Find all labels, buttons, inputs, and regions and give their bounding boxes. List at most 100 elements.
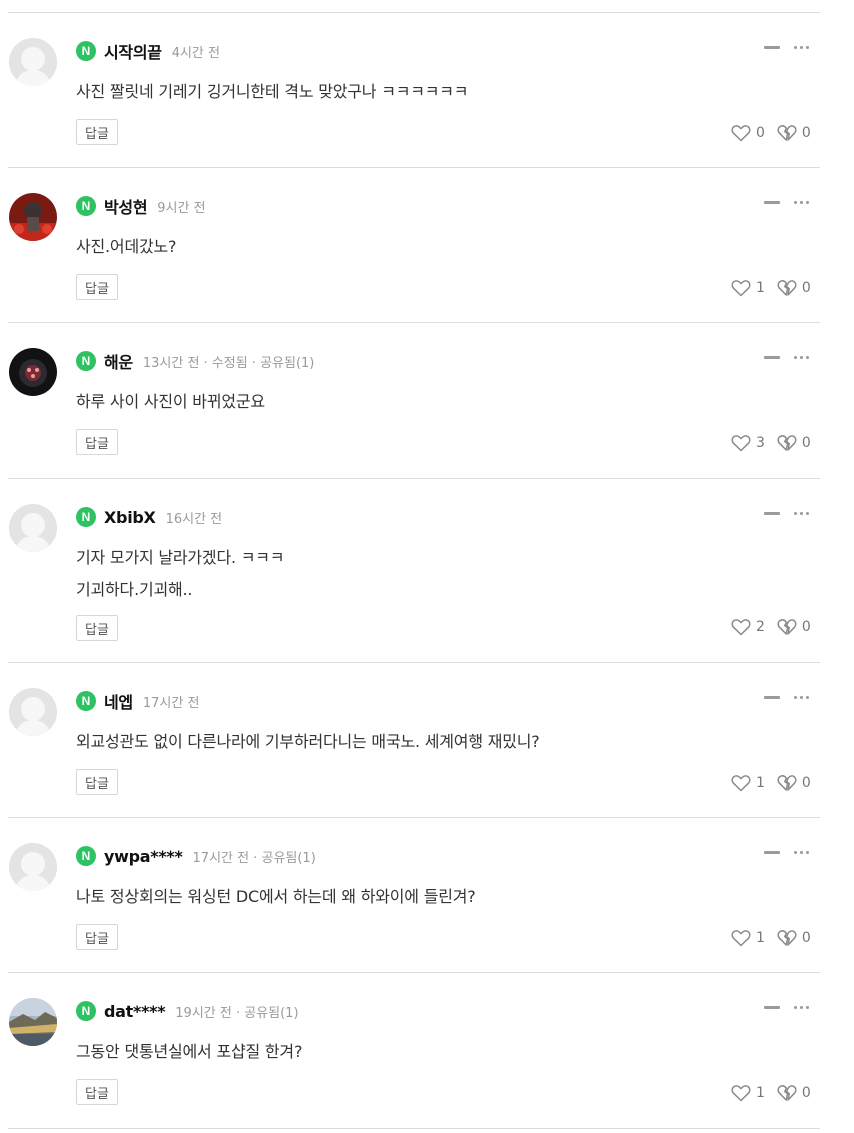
comment-meta: 17시간 전 <box>142 695 200 711</box>
comment-menu <box>764 696 809 699</box>
naver-badge-icon: N <box>76 196 96 216</box>
reply-button[interactable]: 답글 <box>76 119 118 145</box>
comment-meta: 9시간 전 <box>157 200 206 216</box>
avatar[interactable] <box>9 348 57 396</box>
vote-bar: 1 0 <box>731 774 811 792</box>
broken-heart-icon <box>777 930 797 946</box>
dislike-button[interactable]: 0 <box>777 774 811 792</box>
like-button[interactable]: 1 <box>731 929 765 947</box>
like-count: 1 <box>756 280 765 296</box>
naver-badge-icon: N <box>76 351 96 371</box>
comment-menu <box>764 356 809 359</box>
comment-header: N dat**** 19시간 전 · 공유됨(1) <box>76 1000 299 1022</box>
vote-bar: 0 0 <box>731 124 811 142</box>
divider <box>8 1128 820 1129</box>
dislike-count: 0 <box>801 930 811 946</box>
avatar[interactable] <box>9 843 57 891</box>
more-options-icon[interactable] <box>794 201 809 204</box>
heart-icon <box>731 775 751 792</box>
collapse-icon[interactable] <box>764 201 780 204</box>
dislike-count: 0 <box>801 435 811 451</box>
comment-item: N 시작의끝 4시간 전 사진 짤릿네 기레기 깅거니한테 격노 맞았구나 ㅋㅋ… <box>0 12 854 167</box>
heart-icon <box>731 280 751 297</box>
avatar[interactable] <box>9 998 57 1046</box>
dislike-count: 0 <box>801 280 811 296</box>
comment-meta: 13시간 전 · 수정됨 · 공유됨(1) <box>142 355 315 371</box>
author-name[interactable]: dat**** <box>104 1002 166 1021</box>
like-count: 1 <box>756 1085 765 1101</box>
heart-icon <box>731 1085 751 1102</box>
author-name[interactable]: 시작의끝 <box>104 39 162 63</box>
comment-item: N dat**** 19시간 전 · 공유됨(1) 그동안 댓통년실에서 포샵질… <box>0 972 854 1128</box>
dislike-button[interactable]: 0 <box>777 929 811 947</box>
author-name[interactable]: XbibX <box>104 508 156 527</box>
more-options-icon[interactable] <box>794 1006 809 1009</box>
like-count: 3 <box>756 435 765 451</box>
comment-menu <box>764 1006 809 1009</box>
collapse-icon[interactable] <box>764 46 780 49</box>
author-name[interactable]: 네엡 <box>104 689 133 713</box>
comment-item: N ywpa**** 17시간 전 · 공유됨(1) 나토 정상회의는 워싱턴 … <box>0 817 854 972</box>
dislike-count: 0 <box>801 775 811 791</box>
dislike-button[interactable]: 0 <box>777 1084 811 1102</box>
dislike-button[interactable]: 0 <box>777 124 811 142</box>
broken-heart-icon <box>777 125 797 141</box>
more-options-icon[interactable] <box>794 851 809 854</box>
comment-meta: 4시간 전 <box>171 45 220 61</box>
comment-header: N 시작의끝 4시간 전 <box>76 40 220 62</box>
comment-meta: 16시간 전 <box>165 511 223 527</box>
avatar[interactable] <box>9 38 57 86</box>
comment-item: N 박성현 9시간 전 사진.어데갔노? 답글 1 0 <box>0 167 854 322</box>
like-button[interactable]: 3 <box>731 434 765 452</box>
avatar[interactable] <box>9 193 57 241</box>
vote-bar: 1 0 <box>731 1084 811 1102</box>
dislike-button[interactable]: 0 <box>777 618 811 636</box>
reply-button[interactable]: 답글 <box>76 615 118 641</box>
more-options-icon[interactable] <box>794 356 809 359</box>
comment-menu <box>764 851 809 854</box>
heart-icon <box>731 435 751 452</box>
like-button[interactable]: 1 <box>731 279 765 297</box>
author-name[interactable]: ywpa**** <box>104 847 183 866</box>
reply-button[interactable]: 답글 <box>76 769 118 795</box>
broken-heart-icon <box>777 435 797 451</box>
comment-meta: 17시간 전 · 공유됨(1) <box>192 850 316 866</box>
naver-badge-icon: N <box>76 507 96 527</box>
author-name[interactable]: 해운 <box>104 349 133 373</box>
more-options-icon[interactable] <box>794 696 809 699</box>
collapse-icon[interactable] <box>764 851 780 854</box>
comment-header: N XbibX 16시간 전 <box>76 506 222 528</box>
dislike-button[interactable]: 0 <box>777 434 811 452</box>
reply-button[interactable]: 답글 <box>76 274 118 300</box>
avatar[interactable] <box>9 504 57 552</box>
reply-button[interactable]: 답글 <box>76 429 118 455</box>
collapse-icon[interactable] <box>764 1006 780 1009</box>
collapse-icon[interactable] <box>764 356 780 359</box>
avatar[interactable] <box>9 688 57 736</box>
comment-meta: 19시간 전 · 공유됨(1) <box>175 1005 299 1021</box>
comment-item: N 해운 13시간 전 · 수정됨 · 공유됨(1) 하루 사이 사진이 바뀌었… <box>0 322 854 478</box>
comment-text: 그동안 댓통년실에서 포샵질 한겨? <box>76 1042 303 1061</box>
comment-text: 외교성관도 없이 다른나라에 기부하러다니는 매국노. 세계여행 재밌니? <box>76 732 540 751</box>
like-button[interactable]: 1 <box>731 774 765 792</box>
like-button[interactable]: 1 <box>731 1084 765 1102</box>
like-button[interactable]: 0 <box>731 124 765 142</box>
naver-badge-icon: N <box>76 1001 96 1021</box>
like-count: 2 <box>756 619 765 635</box>
naver-badge-icon: N <box>76 691 96 711</box>
comment-header: N 네엡 17시간 전 <box>76 690 199 712</box>
reply-button[interactable]: 답글 <box>76 1079 118 1105</box>
vote-bar: 1 0 <box>731 279 811 297</box>
dislike-count: 0 <box>801 1085 811 1101</box>
more-options-icon[interactable] <box>794 46 809 49</box>
comment-header: N 해운 13시간 전 · 수정됨 · 공유됨(1) <box>76 350 314 372</box>
author-name[interactable]: 박성현 <box>104 194 148 218</box>
more-options-icon[interactable] <box>794 512 809 515</box>
collapse-icon[interactable] <box>764 512 780 515</box>
reply-button[interactable]: 답글 <box>76 924 118 950</box>
collapse-icon[interactable] <box>764 696 780 699</box>
like-button[interactable]: 2 <box>731 618 765 636</box>
dislike-button[interactable]: 0 <box>777 279 811 297</box>
heart-icon <box>731 619 751 636</box>
vote-bar: 3 0 <box>731 434 811 452</box>
